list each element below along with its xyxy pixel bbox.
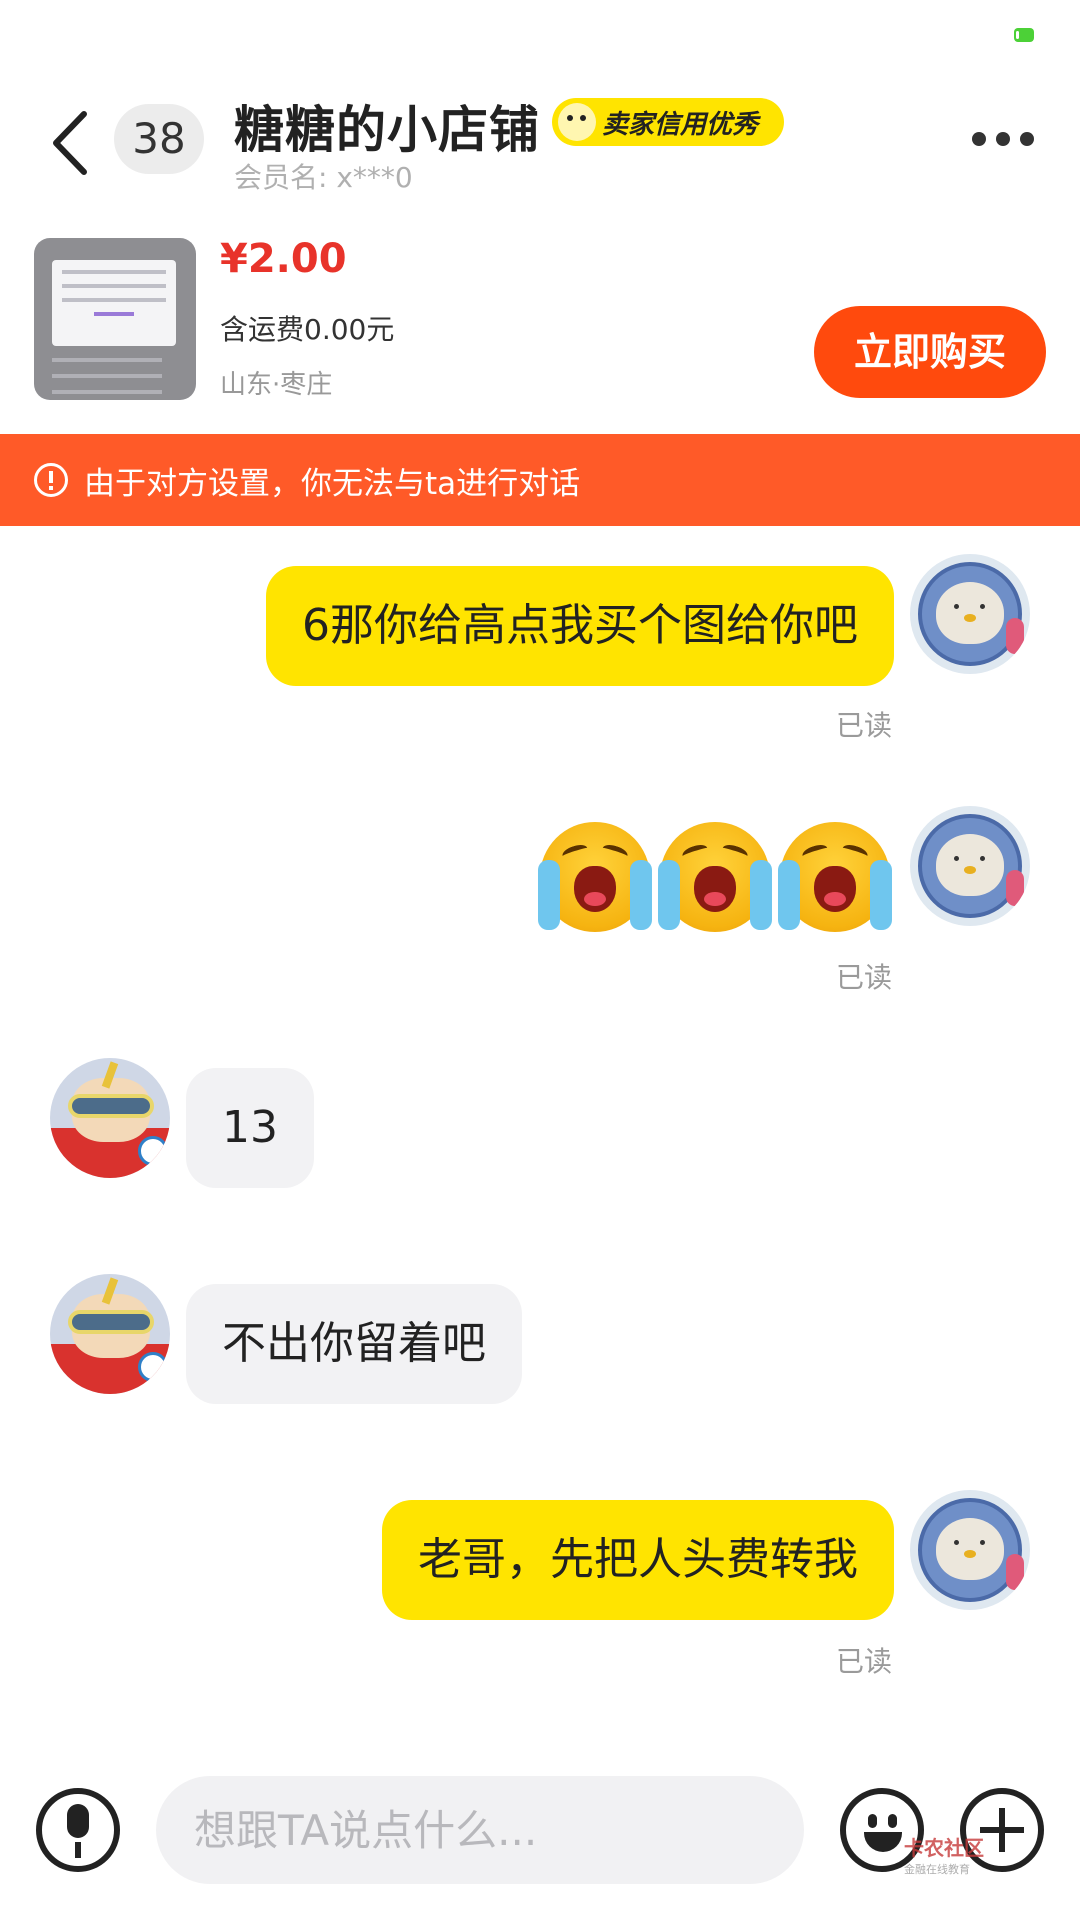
contact-avatar[interactable] — [50, 1274, 170, 1394]
shop-name[interactable]: 糖糖的小店铺 — [234, 90, 540, 162]
microphone-icon[interactable] — [36, 1788, 120, 1872]
back-arrow-icon[interactable] — [46, 108, 96, 178]
blocked-notice-banner: 由于对方设置，你无法与ta进行对话 — [0, 434, 1080, 526]
credit-badge[interactable]: 卖家信用优秀 — [552, 98, 784, 146]
battery-icon — [1014, 28, 1034, 42]
product-location: 山东·枣庄 — [220, 370, 333, 400]
message-bubble-mine[interactable]: 6那你给高点我买个图给你吧 — [266, 566, 894, 686]
notice-text: 由于对方设置，你无法与ta进行对话 — [84, 465, 581, 502]
member-name: 会员名: x***0 — [234, 161, 413, 194]
buy-now-button[interactable]: 立即购买 — [814, 306, 1046, 398]
read-status: 已读 — [836, 709, 893, 742]
shipping-info: 含运费0.00元 — [220, 313, 395, 346]
alert-icon — [34, 463, 68, 497]
product-thumbnail[interactable] — [34, 238, 196, 400]
watermark-subtitle: 金融在线教育 — [904, 1863, 970, 1876]
unread-count-badge[interactable]: 38 — [114, 104, 204, 174]
message-bubble-theirs[interactable]: 13 — [186, 1068, 314, 1188]
read-status: 已读 — [836, 1645, 893, 1678]
message-input[interactable] — [156, 1776, 804, 1884]
watermark-title: 卡农社区 — [904, 1836, 984, 1860]
crying-emoji-icon — [538, 822, 652, 932]
chat-header: 38 糖糖的小店铺 卖家信用优秀 会员名: x***0 — [0, 80, 1080, 200]
my-avatar[interactable] — [910, 1490, 1030, 1610]
product-price: ¥2.00 — [220, 236, 347, 282]
contact-avatar[interactable] — [50, 1058, 170, 1178]
my-avatar[interactable] — [910, 554, 1030, 674]
my-avatar[interactable] — [910, 806, 1030, 926]
input-bar: 卡农社区 金融在线教育 — [0, 1760, 1080, 1920]
watermark-logo: 卡农社区 金融在线教育 — [904, 1832, 984, 1877]
crying-emoji-icon — [658, 822, 772, 932]
crying-emoji-icon — [778, 822, 892, 932]
mascot-icon — [558, 103, 596, 141]
read-status: 已读 — [836, 961, 893, 994]
message-bubble-mine[interactable]: 老哥，先把人头费转我 — [382, 1500, 894, 1620]
product-card[interactable]: ¥2.00 含运费0.00元 山东·枣庄 立即购买 — [0, 236, 1080, 406]
credit-badge-label: 卖家信用优秀 — [602, 109, 759, 140]
message-bubble-theirs[interactable]: 不出你留着吧 — [186, 1284, 522, 1404]
more-options-icon[interactable] — [968, 120, 1038, 160]
